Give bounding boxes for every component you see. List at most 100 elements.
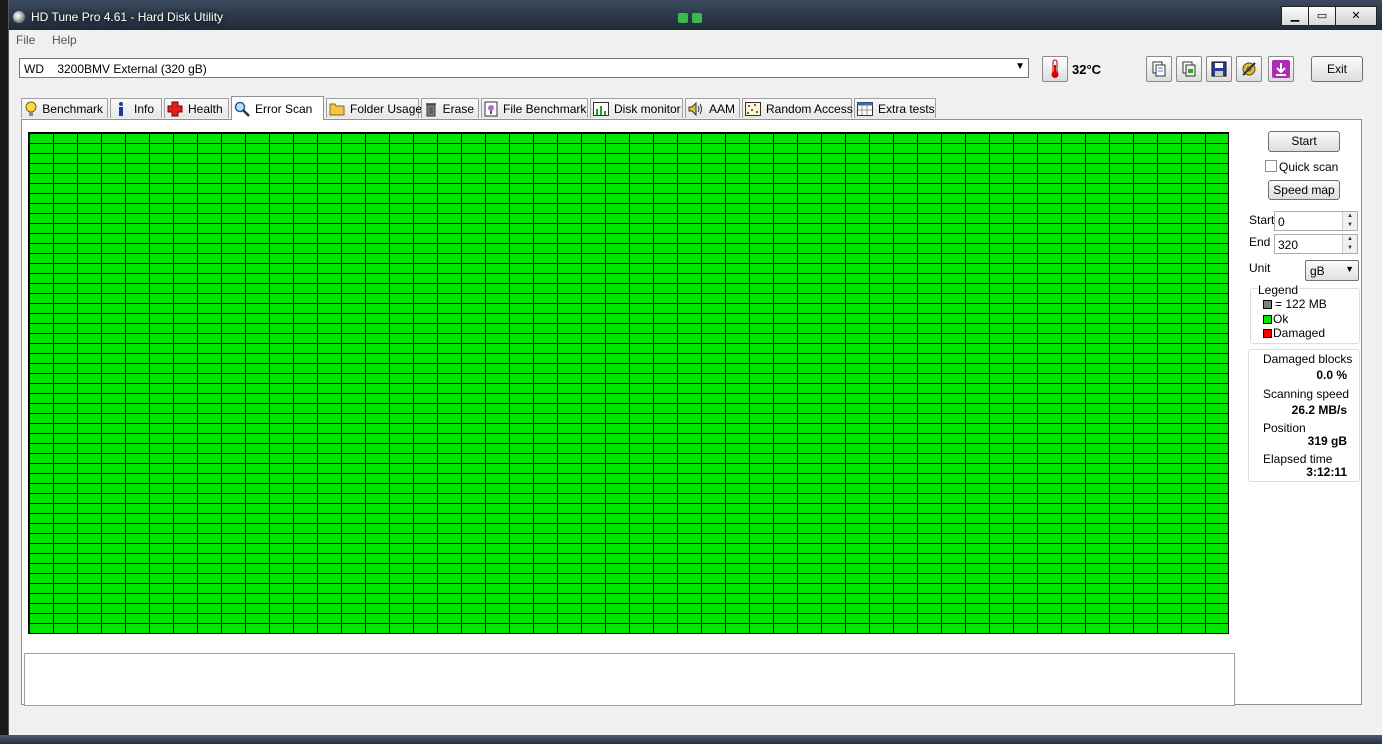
- menu-bar: File Help: [9, 30, 1382, 50]
- maximize-button[interactable]: ▭: [1308, 6, 1336, 26]
- unit-select[interactable]: gB ▼: [1305, 260, 1359, 281]
- trash-icon: [424, 101, 438, 117]
- legend-swatch-block: [1263, 300, 1272, 310]
- tab-label: Erase: [442, 101, 474, 116]
- damaged-blocks-label: Damaged blocks: [1263, 352, 1353, 366]
- unit-select-value: gB: [1310, 264, 1325, 278]
- quick-scan-checkbox[interactable]: [1265, 160, 1277, 172]
- copy-icon: [1152, 61, 1166, 77]
- random-grid-icon: [745, 101, 761, 117]
- tab-strip: Benchmark Info Health Error Scan Folder …: [21, 96, 1361, 120]
- magnifier-icon: [234, 101, 250, 117]
- quick-scan-label: Quick scan: [1279, 160, 1339, 174]
- menu-help[interactable]: Help: [52, 33, 77, 47]
- close-button[interactable]: ✕: [1335, 6, 1377, 26]
- app-window: HD Tune Pro 4.61 - Hard Disk Utility ▁ ▭…: [8, 0, 1382, 744]
- legend-ok-label: Ok: [1273, 312, 1289, 326]
- calendar-grid-icon: [857, 101, 873, 117]
- end-field-label: End: [1249, 235, 1271, 249]
- scan-block-grid: [28, 132, 1229, 634]
- tab-label: File Benchmark: [503, 101, 587, 116]
- tab-label: Info: [134, 101, 155, 116]
- scanning-speed-label: Scanning speed: [1263, 387, 1350, 401]
- legend-swatch-damaged: [1263, 329, 1272, 339]
- tab-erase[interactable]: Erase: [421, 98, 479, 118]
- spin-up-icon[interactable]: ▲: [1342, 235, 1357, 244]
- taskbar[interactable]: [0, 735, 1382, 744]
- legend-title: Legend: [1257, 283, 1300, 297]
- tab-label: Benchmark: [42, 101, 103, 116]
- download-button[interactable]: [1268, 56, 1294, 82]
- temperature-value: 32°C: [1072, 62, 1102, 77]
- tab-label: Folder Usage: [350, 101, 423, 116]
- tab-folder-usage[interactable]: Folder Usage: [326, 98, 423, 118]
- tab-disk-monitor[interactable]: Disk monitor: [590, 98, 683, 118]
- window-controls: ▁ ▭ ✕: [1281, 6, 1377, 26]
- damaged-blocks-value: 0.0 %: [1316, 368, 1347, 382]
- chevron-down-icon: ▼: [1015, 61, 1025, 72]
- scanning-speed-value: 26.2 MB/s: [1291, 403, 1347, 417]
- scan-log-area: [24, 653, 1235, 706]
- tab-label: Random Access: [766, 101, 853, 116]
- toolbar: WD 3200BMV External (320 gB) ▼ 32°C Exit: [9, 52, 1382, 88]
- copy-screenshot-button[interactable]: [1176, 56, 1202, 82]
- legend-swatch-ok: [1263, 315, 1272, 325]
- tab-label: Error Scan: [255, 101, 313, 116]
- tab-label: Disk monitor: [614, 101, 681, 116]
- decor-green-icon: [692, 13, 702, 23]
- position-label: Position: [1263, 421, 1306, 435]
- temperature-button[interactable]: [1042, 56, 1068, 82]
- menu-file[interactable]: File: [16, 33, 35, 47]
- tab-benchmark[interactable]: Benchmark: [21, 98, 108, 118]
- tab-label: AAM: [709, 101, 736, 116]
- title-bar[interactable]: HD Tune Pro 4.61 - Hard Disk Utility ▁ ▭…: [9, 0, 1382, 30]
- legend-ok: Ok: [1263, 312, 1288, 326]
- end-position-value: 320: [1278, 238, 1299, 252]
- chart-icon: [593, 101, 609, 117]
- unit-label: Unit: [1249, 261, 1271, 275]
- bulb-icon: [24, 101, 37, 117]
- tab-file-benchmark[interactable]: File Benchmark: [481, 98, 588, 118]
- tab-aam[interactable]: AAM: [685, 98, 740, 118]
- speaker-icon: [688, 101, 704, 117]
- options-button[interactable]: [1236, 56, 1262, 82]
- copy-info-button[interactable]: [1146, 56, 1172, 82]
- elapsed-time-value: 3:12:11: [1306, 465, 1347, 479]
- start-button[interactable]: Start: [1268, 131, 1340, 152]
- thermometer-icon: [1051, 59, 1059, 78]
- tab-extra-tests[interactable]: Extra tests: [854, 98, 936, 118]
- save-button[interactable]: [1206, 56, 1232, 82]
- tab-info[interactable]: Info: [110, 98, 162, 118]
- download-arrow-icon: [1272, 60, 1290, 78]
- floppy-disk-icon: [1211, 61, 1227, 77]
- tab-random-access[interactable]: Random Access: [742, 98, 853, 118]
- drive-select-value: WD 3200BMV External (320 gB): [24, 62, 207, 76]
- window-title: HD Tune Pro 4.61 - Hard Disk Utility: [31, 10, 224, 24]
- start-position-input[interactable]: 0 ▲ ▼: [1274, 211, 1358, 231]
- start-field-label: Start: [1249, 213, 1275, 227]
- start-position-value: 0: [1278, 215, 1285, 229]
- tab-label: Health: [188, 101, 223, 116]
- minimize-button[interactable]: ▁: [1281, 6, 1309, 26]
- folder-icon: [329, 101, 345, 117]
- info-icon: [113, 101, 129, 117]
- end-position-input[interactable]: 320 ▲ ▼: [1274, 234, 1358, 254]
- legend-block-size: = 122 MB: [1263, 297, 1327, 311]
- exit-button[interactable]: Exit: [1311, 56, 1363, 82]
- tab-label: Extra tests: [878, 101, 935, 116]
- elapsed-time-label: Elapsed time: [1263, 452, 1333, 466]
- speed-map-button[interactable]: Speed map: [1268, 180, 1340, 200]
- legend-damaged: Damaged: [1263, 326, 1325, 340]
- legend-block-label: = 122 MB: [1275, 297, 1327, 311]
- spin-down-icon[interactable]: ▼: [1342, 221, 1357, 230]
- tab-error-scan[interactable]: Error Scan: [231, 96, 324, 120]
- tools-icon: [1242, 62, 1256, 76]
- position-value: 319 gB: [1307, 434, 1347, 448]
- app-disk-icon: [13, 11, 25, 23]
- spin-down-icon[interactable]: ▼: [1342, 244, 1357, 253]
- tab-health[interactable]: Health: [164, 98, 229, 118]
- drive-select[interactable]: WD 3200BMV External (320 gB) ▼: [19, 58, 1029, 78]
- legend-damaged-label: Damaged: [1273, 326, 1326, 340]
- chevron-down-icon: ▼: [1345, 264, 1354, 274]
- spin-up-icon[interactable]: ▲: [1342, 212, 1357, 221]
